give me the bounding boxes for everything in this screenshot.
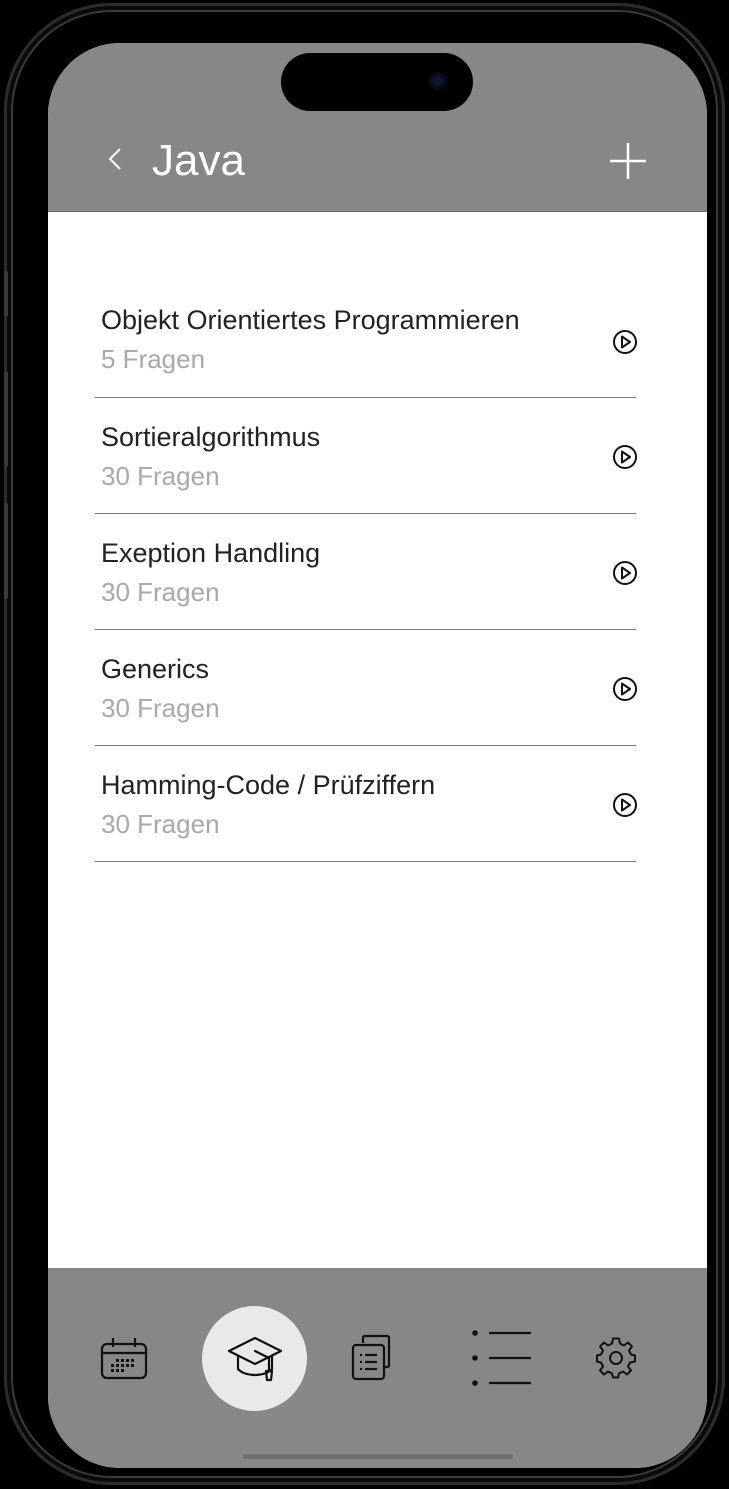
volume-down-button [4, 503, 8, 599]
graduation-cap-icon [227, 1336, 282, 1381]
camera-icon [429, 72, 447, 90]
flashcards-icon [351, 1334, 391, 1381]
chevron-left-icon [108, 148, 121, 170]
nav-settings[interactable] [588, 1330, 644, 1386]
topic-title: Hamming-Code / Prüfziffern [101, 770, 436, 800]
dynamic-island [281, 53, 473, 111]
home-indicator [242, 1454, 513, 1459]
topic-title: Generics [101, 654, 210, 684]
app-header: Java [48, 43, 707, 212]
list-icon [472, 1330, 531, 1386]
nav-calendar[interactable] [96, 1330, 152, 1386]
nav-flashcards[interactable] [344, 1330, 400, 1386]
list-item[interactable]: Objekt Orientiertes Programmieren 5 Frag… [95, 283, 638, 398]
list-item[interactable]: Generics 30 Fragen [95, 630, 638, 746]
play-icon[interactable] [612, 792, 638, 818]
topic-title: Objekt Orientiertes Programmieren [101, 305, 520, 335]
add-button[interactable] [610, 143, 646, 179]
app-screen: Java Objekt Orientiertes Programmieren 5… [48, 43, 707, 1468]
bottom-navigation [48, 1268, 707, 1468]
topic-title: Exeption Handling [101, 538, 321, 568]
topic-question-count: 30 Fragen [101, 809, 220, 839]
page-title: Java [152, 136, 245, 185]
list-item[interactable]: Hamming-Code / Prüfziffern 30 Fragen [95, 746, 638, 862]
back-button[interactable] [100, 139, 130, 179]
play-icon[interactable] [612, 444, 638, 470]
phone-frame: Java Objekt Orientiertes Programmieren 5… [4, 3, 725, 1485]
plus-icon [610, 143, 646, 179]
settings-icon [596, 1337, 636, 1379]
volume-up-button [4, 371, 8, 467]
play-icon[interactable] [612, 676, 638, 702]
mute-switch [4, 271, 8, 317]
topic-question-count: 30 Fragen [101, 577, 220, 607]
topic-question-count: 30 Fragen [101, 693, 220, 723]
nav-learn[interactable] [202, 1306, 307, 1411]
play-icon[interactable] [612, 329, 638, 355]
topic-question-count: 30 Fragen [101, 461, 220, 491]
list-item[interactable]: Exeption Handling 30 Fragen [95, 514, 638, 630]
topic-question-count: 5 Fragen [101, 344, 206, 374]
topic-title: Sortieralgorithmus [101, 422, 321, 452]
list-item[interactable]: Sortieralgorithmus 30 Fragen [95, 398, 638, 514]
calendar-icon [100, 1338, 148, 1380]
topic-list: Objekt Orientiertes Programmieren 5 Frag… [95, 283, 638, 862]
play-icon[interactable] [612, 560, 638, 586]
nav-list[interactable] [466, 1330, 536, 1386]
